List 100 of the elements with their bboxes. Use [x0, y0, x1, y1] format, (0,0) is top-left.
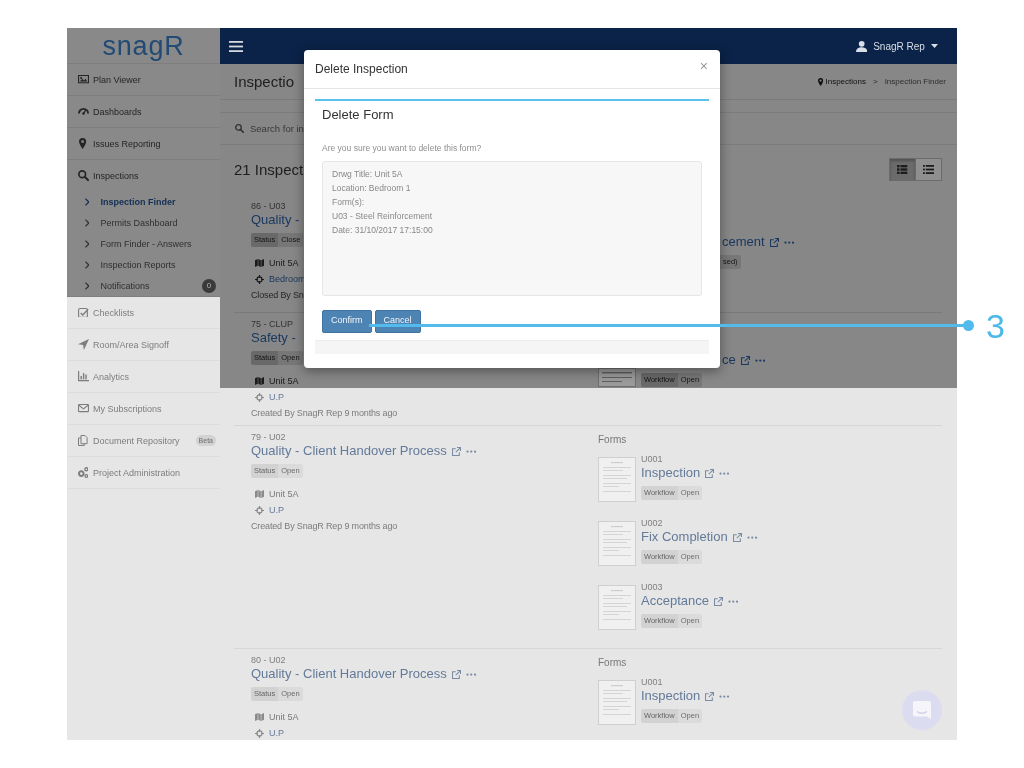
external-link-icon[interactable]	[705, 691, 715, 701]
user-menu-button[interactable]: SnagR Rep	[855, 40, 938, 52]
submenu-item[interactable]: Inspection Reports	[67, 254, 220, 275]
forms-heading: Forms	[598, 433, 628, 447]
envelope-icon	[77, 404, 89, 413]
image-icon	[77, 75, 89, 84]
more-icon[interactable]	[719, 694, 730, 698]
form-title[interactable]: Acceptance	[641, 593, 709, 609]
breadcrumb-separator: >	[872, 77, 878, 86]
view-toggle-button[interactable]	[915, 158, 942, 181]
menu-icon[interactable]	[229, 40, 243, 52]
checkbox-icon	[77, 307, 89, 318]
form-title[interactable]: Inspection	[641, 465, 701, 481]
location-link[interactable]: U.P	[269, 728, 284, 738]
crosshair-icon	[255, 392, 264, 402]
more-icon[interactable]	[465, 672, 477, 676]
crosshair-icon	[255, 274, 264, 284]
logo: snagR	[102, 30, 185, 61]
form-code: U003	[641, 582, 664, 593]
chevron-right-icon	[85, 197, 90, 206]
caret-icon	[930, 44, 938, 48]
close-button[interactable]: ×	[699, 59, 708, 73]
form-thumbnail	[598, 521, 636, 566]
search-icon	[77, 170, 89, 181]
more-icon[interactable]	[754, 358, 766, 362]
unit-label: Unit 5A	[269, 375, 299, 386]
record-title[interactable]: Quality - Client Handover Process	[251, 666, 447, 682]
bar-chart-icon	[77, 371, 89, 382]
form-title[interactable]: cement	[722, 234, 765, 250]
form-thumbnail	[598, 368, 636, 387]
form-thumbnail	[598, 457, 636, 502]
more-icon[interactable]	[719, 471, 730, 475]
copy-icon	[78, 435, 88, 446]
record-meta: Created By SnagR Rep 9 months ago	[251, 520, 398, 533]
more-icon[interactable]	[727, 599, 739, 603]
form-title[interactable]: Fix Completion	[641, 529, 728, 545]
more-icon[interactable]	[465, 449, 477, 453]
external-link-icon[interactable]	[451, 669, 461, 679]
submenu-item[interactable]: Notifications 0	[67, 275, 220, 296]
location-arrow-icon	[77, 339, 89, 350]
badge: 0	[202, 278, 216, 293]
record-code: 75 - CLUP	[251, 319, 294, 330]
map-icon	[255, 489, 265, 498]
unit-label: Unit 5A	[269, 257, 299, 268]
external-link-icon[interactable]	[451, 446, 461, 456]
user-icon	[855, 40, 868, 52]
confirm-button[interactable]: Confirm	[322, 310, 372, 333]
list-icon	[922, 165, 935, 174]
location-link[interactable]: U.P	[269, 392, 284, 402]
dashboard-icon	[77, 108, 89, 115]
detailed-list-icon	[897, 165, 908, 174]
unit-label: Unit 5A	[269, 488, 299, 499]
map-icon	[255, 376, 265, 385]
page-title: Inspectio	[234, 73, 295, 90]
breadcrumb-current: Inspection Finder	[884, 77, 946, 86]
external-link-icon[interactable]	[740, 355, 750, 365]
submenu-item[interactable]: Permits Dashboard	[67, 212, 220, 233]
record-meta: Closed By Sn	[251, 289, 304, 302]
count-heading: 21 Inspect	[234, 161, 304, 178]
form-code: U002	[641, 518, 664, 529]
record-code: 79 - U02	[251, 432, 286, 443]
forms-heading: Forms	[598, 656, 628, 670]
record-title[interactable]: Quality - Client Handover Process	[251, 443, 447, 459]
chevron-right-icon	[85, 281, 90, 290]
sidebar-item[interactable]: Inspections	[67, 160, 220, 191]
breadcrumb-link[interactable]: Inspections	[818, 77, 866, 86]
map-icon	[255, 712, 265, 721]
gears-icon	[77, 467, 89, 478]
external-link-icon[interactable]	[705, 468, 715, 478]
record-code: 80 - U02	[251, 655, 286, 666]
more-icon[interactable]	[783, 240, 795, 244]
chevron-right-icon	[85, 260, 90, 269]
external-link-icon[interactable]	[713, 596, 723, 606]
unit-label: Unit 5A	[269, 711, 299, 722]
location-link[interactable]: U.P	[269, 505, 284, 515]
record-title[interactable]: Quality -	[251, 212, 300, 228]
external-link-icon[interactable]	[732, 532, 742, 542]
chevron-right-icon	[85, 218, 90, 227]
map-icon	[255, 258, 265, 267]
form-title[interactable]: Inspection	[641, 688, 701, 704]
search-icon	[235, 124, 244, 133]
chevron-right-icon	[85, 239, 90, 248]
crosshair-icon	[255, 728, 264, 738]
more-icon[interactable]	[746, 535, 758, 539]
form-thumbnail	[598, 680, 636, 725]
crosshair-icon	[255, 505, 264, 515]
submenu-item[interactable]: Form Finder - Answers	[67, 233, 220, 254]
record-code: 86 - U03	[251, 201, 286, 212]
view-toggle-button[interactable]	[889, 158, 916, 181]
dialog-title: Delete Inspection	[315, 62, 408, 76]
submenu-item[interactable]: Inspection Finder	[67, 191, 220, 212]
record-title[interactable]: Safety -	[251, 330, 296, 346]
form-code: U001	[641, 677, 664, 688]
map-pin-icon	[79, 138, 87, 149]
map-pin-icon	[818, 77, 824, 86]
question-text: Are you sure you want to delete this form?	[322, 142, 483, 154]
form-code: U001	[641, 454, 664, 465]
external-link-icon[interactable]	[769, 237, 779, 247]
form-title[interactable]: ce	[722, 352, 736, 368]
record-meta: Created By SnagR Rep 9 months ago	[251, 407, 398, 420]
